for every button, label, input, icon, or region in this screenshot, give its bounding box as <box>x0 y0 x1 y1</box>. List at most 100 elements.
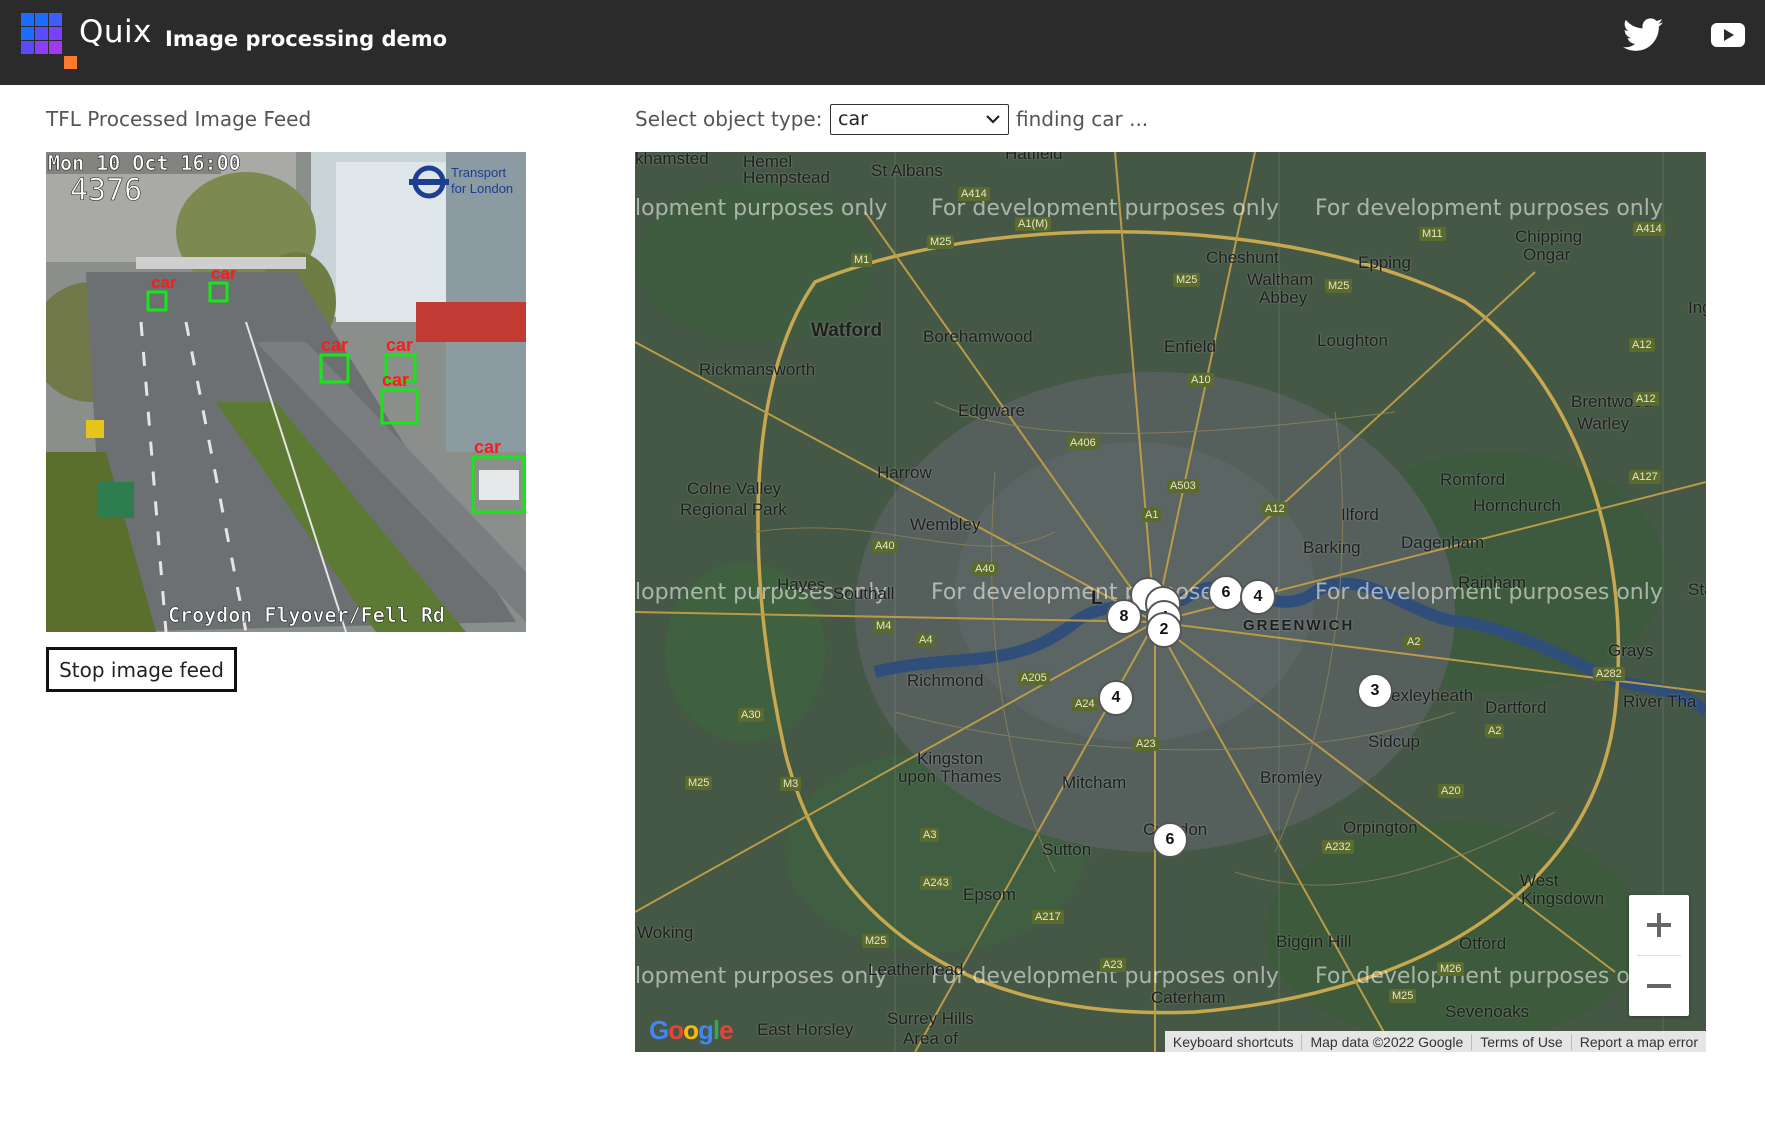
place-label: West <box>1520 871 1559 890</box>
terms-of-use-link[interactable]: Terms of Use <box>1471 1033 1570 1050</box>
place-label: Rainham <box>1458 573 1527 592</box>
brand-name[interactable]: Quix <box>79 14 152 50</box>
road-shield: A503 <box>1167 479 1199 493</box>
cluster-marker[interactable]: 4 <box>1098 680 1134 716</box>
road-shield: A406 <box>1067 436 1099 450</box>
road-shield: A414 <box>1633 222 1665 236</box>
place-label: Epsom <box>963 885 1016 904</box>
watermark: lopment purposes only <box>635 196 888 221</box>
cluster-marker[interactable]: 3 <box>1357 673 1393 709</box>
detection-label: car <box>321 335 348 355</box>
place-label: upon Thames <box>898 767 1002 786</box>
road-shield: A243 <box>920 876 952 890</box>
place-label: Woking <box>637 923 694 942</box>
detection-label: car <box>474 437 501 457</box>
place-label: Hatfield <box>1005 152 1063 163</box>
road-shield: A12 <box>1262 502 1288 516</box>
road-shield: M25 <box>862 934 890 948</box>
place-label: Otford <box>1459 934 1507 953</box>
google-logo[interactable]: Google <box>649 1015 734 1046</box>
place-label: Enfield <box>1164 337 1216 356</box>
road-shield: A205 <box>1018 671 1050 685</box>
road-shield: A2 <box>1404 635 1424 649</box>
cluster-marker[interactable]: 6 <box>1152 822 1188 858</box>
place-label: Sidcup <box>1368 732 1420 751</box>
report-map-error-link[interactable]: Report a map error <box>1570 1033 1706 1050</box>
place-label: Kingston <box>917 749 984 768</box>
cluster-marker[interactable]: 6 <box>1208 575 1244 611</box>
road-shield: A232 <box>1322 840 1354 854</box>
camera-id: 4376 <box>70 173 142 208</box>
cluster-marker[interactable]: 8 <box>1106 599 1142 635</box>
road-shield: M25 <box>1173 273 1201 287</box>
object-type-select[interactable]: car <box>830 104 1009 135</box>
map-view[interactable]: lopment purposes only For development pu… <box>635 152 1706 1052</box>
road-shield: M26 <box>1437 962 1465 976</box>
place-label: Regional Park <box>680 500 787 519</box>
place-label: Leatherhead <box>868 960 964 979</box>
place-label: GREENWICH <box>1243 617 1355 634</box>
road-shield: M25 <box>1325 279 1353 293</box>
road-shield: A12 <box>1629 338 1655 352</box>
plus-icon <box>1647 913 1671 937</box>
road-shield: M3 <box>780 777 802 791</box>
cluster-marker[interactable]: 4 <box>1240 579 1276 615</box>
road-shield: M11 <box>1419 227 1446 241</box>
processed-camera-image: Transport for London Mon 10 Oct 16:00 43… <box>46 152 526 632</box>
road-shield: A217 <box>1032 910 1064 924</box>
place-label: Watford <box>811 320 883 341</box>
minus-icon <box>1647 984 1671 988</box>
road-shield: A10 <box>1188 373 1214 387</box>
zoom-out-button[interactable] <box>1629 956 1689 1016</box>
place-label: Ilford <box>1341 505 1379 524</box>
place-label: Hornchurch <box>1473 496 1561 515</box>
road-shield: M25 <box>927 235 955 249</box>
youtube-icon[interactable] <box>1711 22 1745 48</box>
feed-title: TFL Processed Image Feed <box>46 107 312 131</box>
road-shield: A30 <box>738 708 764 722</box>
place-label: Borehamwood <box>923 327 1033 346</box>
road-shield: A12 <box>1633 392 1659 406</box>
watermark: lopment purposes only <box>635 964 888 989</box>
road-shield: A24 <box>1072 697 1098 711</box>
road-shield: A2 <box>1485 724 1505 738</box>
place-label: Sta <box>1688 580 1706 599</box>
place-label: St Albans <box>871 161 943 180</box>
place-label: Biggin Hill <box>1276 932 1352 951</box>
place-label: East Horsley <box>757 1020 854 1039</box>
tfl-logo-line2: for London <box>451 181 513 196</box>
zoom-in-button[interactable] <box>1629 895 1689 955</box>
zoom-controls <box>1629 895 1689 1016</box>
road-shield: A40 <box>972 562 998 576</box>
place-label: Sutton <box>1042 840 1092 859</box>
place-label: Sevenoaks <box>1445 1002 1530 1021</box>
place-label: Harrow <box>877 463 932 482</box>
place-label: Cheshunt <box>1206 248 1279 267</box>
road-shield: A3 <box>920 828 940 842</box>
road-shield: A1(M) <box>1015 217 1051 231</box>
road-shield: A282 <box>1593 667 1625 681</box>
stop-image-feed-button[interactable]: Stop image feed <box>46 647 237 692</box>
watermark: For development purposes only <box>1315 196 1663 221</box>
place-label: Barking <box>1303 538 1361 557</box>
place-label: Area of <box>903 1029 958 1048</box>
place-label: Hayes <box>777 575 826 594</box>
place-label: khamsted <box>635 152 709 168</box>
place-label: Epping <box>1358 253 1411 272</box>
keyboard-shortcuts-link[interactable]: Keyboard shortcuts <box>1165 1034 1302 1050</box>
road-shield: A20 <box>1438 784 1464 798</box>
quix-logo-icon[interactable] <box>21 13 81 70</box>
road-shield: M4 <box>873 619 895 633</box>
place-label: Chipping <box>1515 227 1583 246</box>
camera-frame: Transport for London Mon 10 Oct 16:00 43… <box>46 152 526 632</box>
twitter-icon[interactable] <box>1623 18 1663 52</box>
place-label: Abbey <box>1259 288 1308 307</box>
road-shield: A40 <box>872 539 898 553</box>
place-label: Kingsdown <box>1521 889 1605 908</box>
place-label: exleyheath <box>1391 686 1474 705</box>
cluster-marker[interactable]: 2 <box>1146 612 1182 648</box>
page-title: Image processing demo <box>165 27 448 51</box>
place-label: Surrey Hills <box>887 1009 974 1028</box>
place-label: Caterham <box>1151 988 1226 1007</box>
place-label: River Tha <box>1623 692 1697 711</box>
